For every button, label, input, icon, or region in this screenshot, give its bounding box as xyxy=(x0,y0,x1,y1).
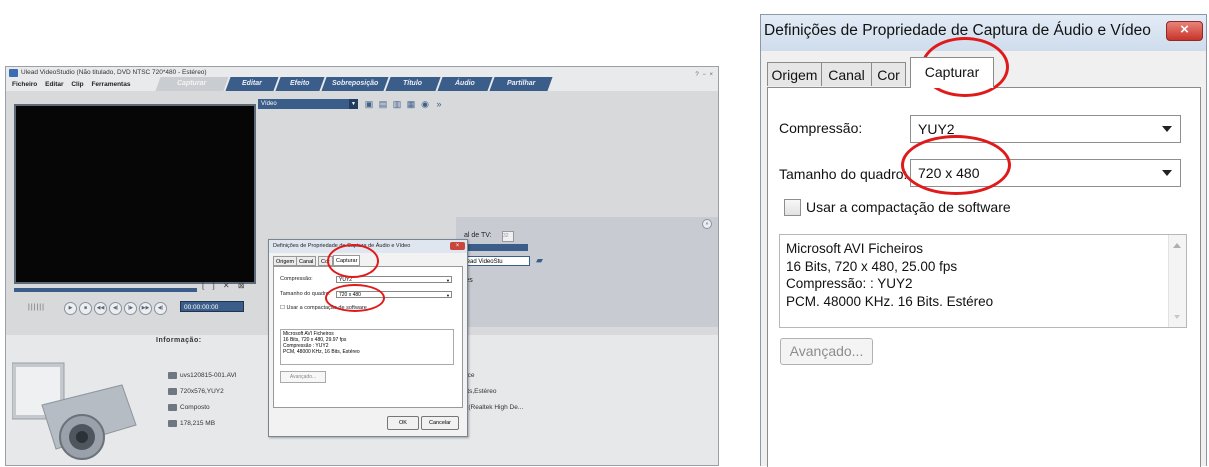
volume-icon[interactable]: ◀) xyxy=(154,302,167,315)
step-tab-efeito[interactable]: Efeito xyxy=(275,77,325,91)
film-icon[interactable]: ▤ xyxy=(378,99,388,109)
mini-tab-origem[interactable]: Origem xyxy=(273,256,298,266)
camera-icon[interactable]: ▥ xyxy=(392,99,402,109)
mini-frame-size-label: Tamanho do quadro: xyxy=(280,291,331,297)
info-size: 178,215 MB xyxy=(168,419,215,428)
info-line-audio: PCM. 48000 KHz. 16 Bits. Estéreo xyxy=(786,293,994,309)
software-compression-checkbox[interactable] xyxy=(784,199,801,216)
close-icon: × xyxy=(1180,21,1189,38)
prev-frame-icon[interactable]: ◀| xyxy=(109,302,122,315)
frame-size-label: Tamanho do quadro: xyxy=(779,166,908,182)
info-file: uvs120815-001.AVI xyxy=(168,371,237,380)
next-frame-icon[interactable]: |▶ xyxy=(124,302,137,315)
chevron-down-icon xyxy=(1162,170,1172,176)
info-source: Composto xyxy=(168,403,210,412)
mini-ok-button[interactable]: OK xyxy=(387,416,419,430)
folder-icon[interactable]: ▣ xyxy=(364,99,374,109)
highlight-circle-mini-frame xyxy=(325,284,385,312)
format-select[interactable] xyxy=(458,244,528,251)
mini-capture-settings-dialog: Definições de Propriedade de Captura de … xyxy=(268,239,468,437)
tab-capturar[interactable]: Capturar xyxy=(910,57,994,88)
video-preview xyxy=(14,104,256,284)
scroll-down-icon[interactable] xyxy=(1174,315,1180,319)
capture-settings-dialog: Definições de Propriedade de Captura de … xyxy=(760,14,1207,467)
chevron-down-icon xyxy=(1162,126,1172,132)
step-tab-titulo[interactable]: Título xyxy=(385,77,441,91)
capture-options-panel: » al de TV: 32 Ulead VideoStu ▰ ções xyxy=(456,217,718,327)
compression-label: Compressão: xyxy=(779,120,863,136)
tv-channel-label: al de TV: xyxy=(464,232,492,239)
menu-clip[interactable]: Clip xyxy=(71,79,83,91)
highlight-circle-mini-tab xyxy=(327,244,379,278)
software-compression-label[interactable]: Usar a compactação de software xyxy=(806,199,1011,215)
mini-compression-label: Compressão: xyxy=(280,276,313,282)
disc-icon[interactable]: ◉ xyxy=(420,99,430,109)
step-tab-editar[interactable]: Editar xyxy=(225,77,279,91)
mini-tab-canal[interactable]: Canal xyxy=(296,256,317,266)
step-tab-sobreposicao[interactable]: Sobreposição xyxy=(321,77,389,91)
settings-icon[interactable]: ▦ xyxy=(406,99,416,109)
rewind-icon[interactable]: ◀◀ xyxy=(94,302,107,315)
camcorder-illustration xyxy=(12,362,137,460)
capture-toolbar: Vídeo ▼ ▣ ▤ ▥ ▦ ◉ » xyxy=(258,98,718,112)
source-select[interactable]: Vídeo ▼ xyxy=(258,99,358,109)
info-title: Informação: xyxy=(156,337,202,344)
film-icon xyxy=(168,371,177,379)
info-scrollbar[interactable] xyxy=(1168,235,1186,327)
folder-icon[interactable]: ▰ xyxy=(536,255,543,266)
menu-ficheiro[interactable]: Ficheiro xyxy=(12,79,37,91)
close-button[interactable]: × xyxy=(1166,21,1203,41)
mini-cancel-button[interactable]: Cancelar xyxy=(421,416,459,430)
menu-ferramentas[interactable]: Ferramentas xyxy=(91,79,130,91)
app-logo-icon xyxy=(9,69,18,77)
info-line-format: Microsoft AVI Ficheiros xyxy=(786,241,924,256)
videostudio-window: Ulead VideoStudio (Não titulado, DVD NTS… xyxy=(5,66,719,466)
info-line-video: 16 Bits, 720 x 480, 25.00 fps xyxy=(786,258,958,274)
expand-icon[interactable]: » xyxy=(434,99,444,109)
mini-info-box: Microsoft AVI Ficheiros 16 Bits, 720 x 4… xyxy=(280,329,454,365)
forward-icon[interactable]: ▶▶ xyxy=(139,302,152,315)
tab-cor[interactable]: Cor xyxy=(871,62,906,86)
expand-panel-icon[interactable]: » xyxy=(702,219,712,229)
stop-icon[interactable]: ■ xyxy=(79,302,92,315)
chevron-down-icon: ▼ xyxy=(349,99,358,109)
play-icon[interactable]: ▶ xyxy=(64,302,77,315)
highlight-circle-frame-size xyxy=(901,135,1011,195)
menu-editar[interactable]: Editar xyxy=(45,79,63,91)
timecode-field[interactable]: 00:00:00:00 xyxy=(180,301,244,312)
capture-folder-field[interactable]: Ulead VideoStu xyxy=(458,256,530,266)
step-tab-partilhar[interactable]: Partilhar xyxy=(489,77,553,91)
mini-advanced-button[interactable]: Avançado... xyxy=(280,371,326,383)
scroll-up-icon[interactable] xyxy=(1173,243,1181,248)
advanced-button[interactable]: Avançado... xyxy=(780,338,873,365)
step-tab-audio[interactable]: Áudio xyxy=(437,77,493,91)
tab-origem[interactable]: Origem xyxy=(767,62,822,86)
scrub-bar[interactable] xyxy=(14,288,197,292)
tv-channel-field[interactable]: 32 xyxy=(502,231,514,242)
disk-icon xyxy=(168,419,177,427)
trim-buttons[interactable]: [ ] ✕ ⊠ xyxy=(202,281,248,290)
video-format-icon xyxy=(168,387,177,395)
step-tab-capturar[interactable]: Capturar xyxy=(155,77,229,91)
capture-info-box: Microsoft AVI Ficheiros 16 Bits, 720 x 4… xyxy=(779,234,1187,328)
input-icon xyxy=(168,403,177,411)
jog-dial-icon[interactable]: |||||| xyxy=(28,304,45,311)
info-resolution: 720x576,YUY2 xyxy=(168,387,224,396)
tab-canal[interactable]: Canal xyxy=(821,62,872,86)
info-line-compression: Compressão: : YUY2 xyxy=(786,276,913,291)
mini-close-icon[interactable]: × xyxy=(450,242,465,250)
